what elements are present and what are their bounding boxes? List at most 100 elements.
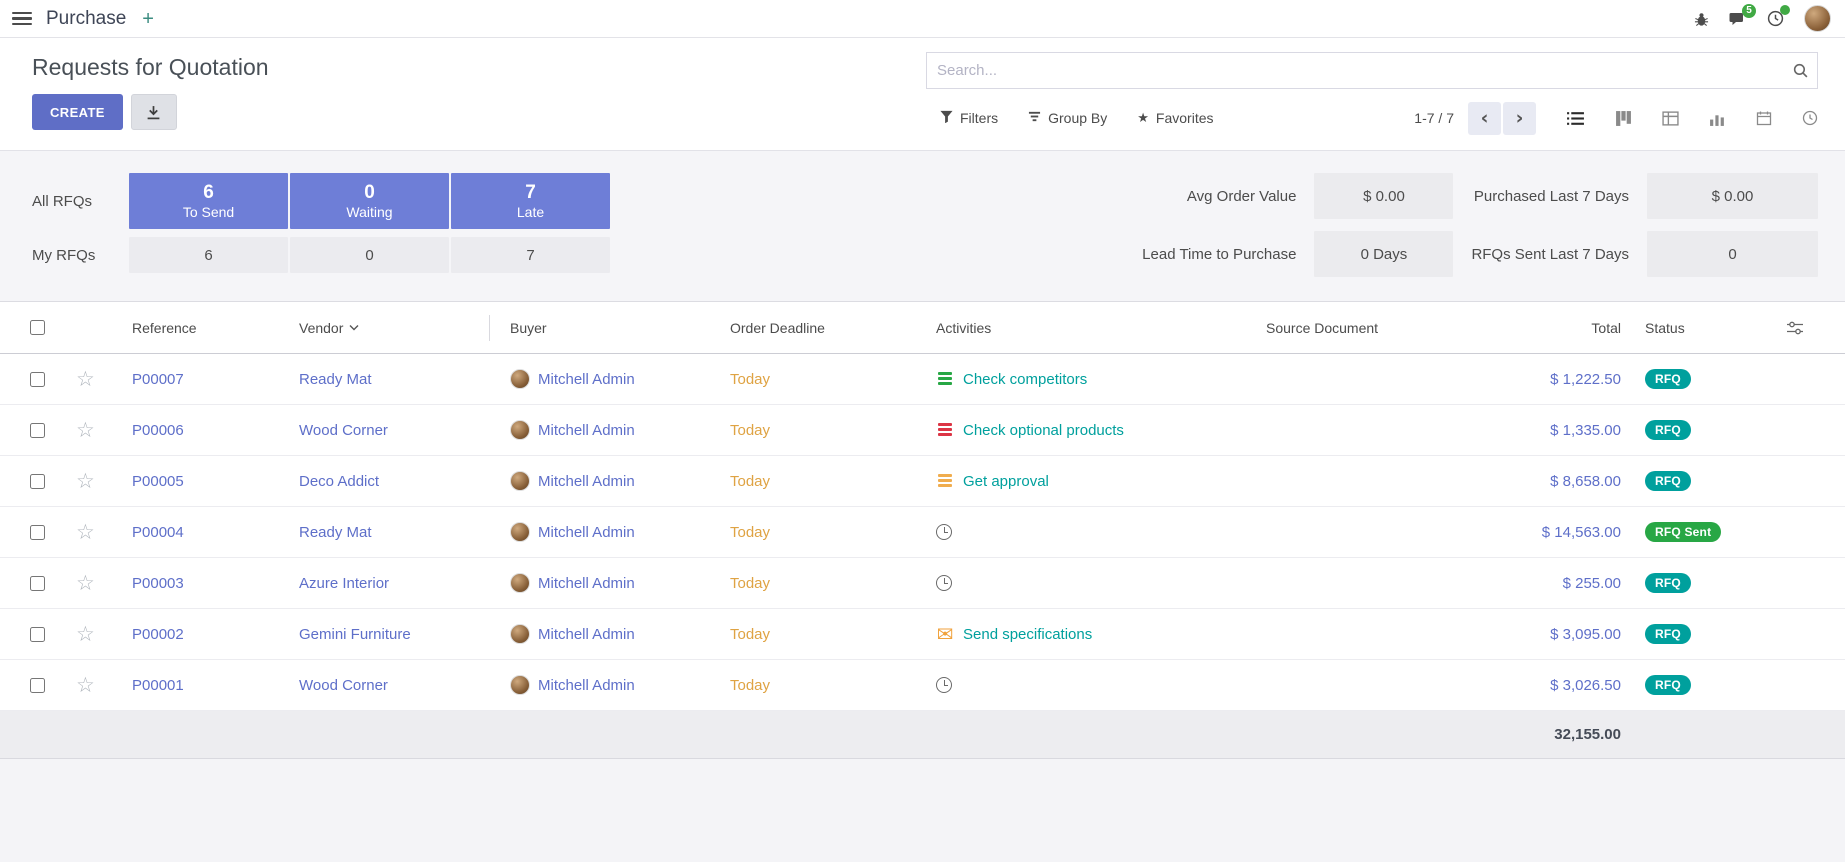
header-total[interactable]: Total — [1435, 302, 1635, 353]
header-activities-label: Activities — [936, 320, 991, 336]
favorite-star-icon[interactable]: ☆ — [76, 369, 95, 390]
row-checkbox[interactable] — [30, 576, 45, 591]
activity-link[interactable]: Check optional products — [963, 422, 1124, 439]
select-all-checkbox[interactable] — [30, 320, 45, 335]
table-footer: 32,155.00 — [0, 711, 1845, 759]
favorites-button[interactable]: ★ Favorites — [1137, 110, 1213, 126]
favorite-star-icon[interactable]: ☆ — [76, 522, 95, 543]
favorite-star-icon[interactable]: ☆ — [76, 624, 95, 645]
vendor-link[interactable]: Wood Corner — [299, 677, 388, 694]
activity-icon[interactable] — [936, 575, 952, 591]
calendar-view-icon[interactable] — [1756, 110, 1772, 126]
reference-link[interactable]: P00004 — [132, 524, 184, 541]
apps-menu-icon[interactable] — [12, 12, 32, 26]
messages-icon[interactable]: 5 — [1729, 11, 1747, 27]
activity-icon[interactable] — [936, 625, 954, 643]
table-row[interactable]: ☆ P00006 Wood Corner Mitchell Admin Toda… — [0, 405, 1845, 456]
my-tile-waiting[interactable]: 0 — [290, 237, 449, 273]
kanban-view-icon[interactable] — [1615, 110, 1632, 127]
my-tile-late[interactable]: 7 — [451, 237, 610, 273]
table-row[interactable]: ☆ P00005 Deco Addict Mitchell Admin Toda… — [0, 456, 1845, 507]
tile-late[interactable]: 7 Late — [451, 173, 610, 229]
add-icon[interactable]: + — [142, 9, 154, 29]
user-avatar[interactable] — [1804, 5, 1831, 32]
favorite-star-icon[interactable]: ☆ — [76, 420, 95, 441]
buyer-link[interactable]: Mitchell Admin — [538, 575, 635, 592]
vendor-link[interactable]: Deco Addict — [299, 473, 379, 490]
my-tile-to-send[interactable]: 6 — [129, 237, 288, 273]
activity-view-icon[interactable] — [1802, 110, 1818, 126]
vendor-link[interactable]: Wood Corner — [299, 422, 388, 439]
reference-link[interactable]: P00001 — [132, 677, 184, 694]
vendor-link[interactable]: Azure Interior — [299, 575, 389, 592]
download-button[interactable] — [131, 94, 177, 130]
row-checkbox[interactable] — [30, 423, 45, 438]
row-checkbox[interactable] — [30, 627, 45, 642]
vendor-link[interactable]: Ready Mat — [299, 371, 372, 388]
row-checkbox[interactable] — [30, 372, 45, 387]
order-deadline-value: Today — [730, 422, 770, 439]
table-row[interactable]: ☆ P00002 Gemini Furniture Mitchell Admin… — [0, 609, 1845, 660]
buyer-link[interactable]: Mitchell Admin — [538, 677, 635, 694]
app-name[interactable]: Purchase — [46, 8, 126, 30]
buyer-avatar — [510, 522, 530, 542]
search-icon[interactable] — [1792, 62, 1809, 83]
header-source-document[interactable]: Source Document — [1256, 302, 1435, 353]
list-view-icon[interactable] — [1566, 110, 1585, 127]
favorite-star-icon[interactable]: ☆ — [76, 675, 95, 696]
buyer-link[interactable]: Mitchell Admin — [538, 473, 635, 490]
activity-icon[interactable] — [936, 677, 952, 693]
graph-view-icon[interactable] — [1709, 110, 1726, 127]
header-reference[interactable]: Reference — [122, 302, 289, 353]
reference-link[interactable]: P00005 — [132, 473, 184, 490]
debug-bug-icon[interactable] — [1694, 11, 1709, 27]
search-input[interactable] — [926, 52, 1818, 89]
header-status[interactable]: Status — [1635, 302, 1745, 353]
sort-chevron-down-icon — [349, 324, 359, 331]
activities-clock-icon[interactable] — [1767, 10, 1784, 27]
pager-next-button[interactable]: › — [1503, 102, 1536, 135]
reference-link[interactable]: P00002 — [132, 626, 184, 643]
optional-columns-icon[interactable] — [1745, 302, 1845, 353]
pager-range: 1-7 / 7 — [1414, 110, 1454, 126]
buyer-avatar — [510, 420, 530, 440]
activity-link[interactable]: Check competitors — [963, 371, 1087, 388]
create-button[interactable]: CREATE — [32, 94, 123, 130]
buyer-link[interactable]: Mitchell Admin — [538, 422, 635, 439]
tile-to-send[interactable]: 6 To Send — [129, 173, 288, 229]
table-row[interactable]: ☆ P00004 Ready Mat Mitchell Admin Today … — [0, 507, 1845, 558]
table-row[interactable]: ☆ P00007 Ready Mat Mitchell Admin Today … — [0, 354, 1845, 405]
favorite-star-icon[interactable]: ☆ — [76, 573, 95, 594]
header-vendor[interactable]: Vendor — [289, 302, 500, 353]
reference-link[interactable]: P00003 — [132, 575, 184, 592]
activity-link[interactable]: Get approval — [963, 473, 1049, 490]
favorite-star-icon[interactable]: ☆ — [76, 471, 95, 492]
kpi-lead-time-label: Lead Time to Purchase — [1142, 246, 1296, 263]
pivot-view-icon[interactable] — [1662, 110, 1679, 127]
vendor-link[interactable]: Ready Mat — [299, 524, 372, 541]
row-checkbox[interactable] — [30, 678, 45, 693]
row-checkbox[interactable] — [30, 525, 45, 540]
activity-link[interactable]: Send specifications — [963, 626, 1092, 643]
header-order-deadline[interactable]: Order Deadline — [720, 302, 926, 353]
activity-icon[interactable] — [936, 370, 954, 388]
filters-button[interactable]: Filters — [940, 110, 998, 126]
activity-icon[interactable] — [936, 472, 954, 490]
row-checkbox[interactable] — [30, 474, 45, 489]
header-buyer[interactable]: Buyer — [500, 302, 720, 353]
table-row[interactable]: ☆ P00001 Wood Corner Mitchell Admin Toda… — [0, 660, 1845, 711]
buyer-link[interactable]: Mitchell Admin — [538, 524, 635, 541]
activity-icon[interactable] — [936, 524, 952, 540]
header-activities[interactable]: Activities — [926, 302, 1256, 353]
pager-previous-button[interactable]: ‹ — [1468, 102, 1501, 135]
buyer-link[interactable]: Mitchell Admin — [538, 626, 635, 643]
activity-icon[interactable] — [936, 421, 954, 439]
tile-waiting[interactable]: 0 Waiting — [290, 173, 449, 229]
buyer-link[interactable]: Mitchell Admin — [538, 371, 635, 388]
vendor-link[interactable]: Gemini Furniture — [299, 626, 411, 643]
table-row[interactable]: ☆ P00003 Azure Interior Mitchell Admin T… — [0, 558, 1845, 609]
column-resize-handle[interactable] — [489, 315, 490, 341]
reference-link[interactable]: P00006 — [132, 422, 184, 439]
group-by-button[interactable]: Group By — [1028, 110, 1107, 126]
reference-link[interactable]: P00007 — [132, 371, 184, 388]
